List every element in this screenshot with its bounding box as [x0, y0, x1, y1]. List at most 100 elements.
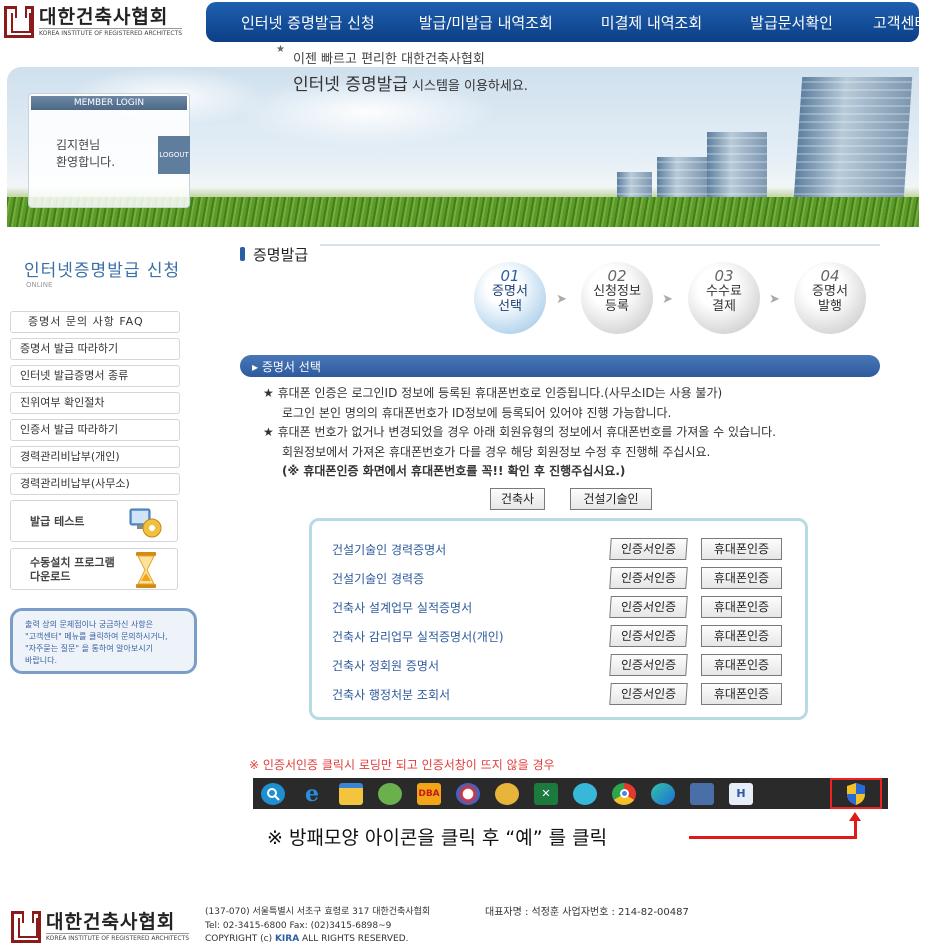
- notice-text: ★ 휴대폰 인증은 로그인ID 정보에 등록된 휴대폰번호로 인증됩니다.(사무…: [263, 384, 883, 482]
- sidebar-item-cert-issue-guide[interactable]: 인증서 발급 따라하기: [10, 419, 180, 441]
- help-notice-box: 출력 상의 문제점이나 궁금하신 사항은 "고객센터" 메뉴를 클릭하여 문의하…: [10, 608, 197, 674]
- ball-icon: [456, 782, 480, 805]
- certificate-name: 건설기술인 경력증명서: [332, 543, 447, 557]
- cd-monitor-icon: [129, 508, 162, 538]
- nav-customer-center[interactable]: 고객센터: [855, 12, 926, 33]
- search-icon: [261, 782, 285, 805]
- section-title: ▸ 증명서 선택: [252, 360, 321, 374]
- footer-logo-english: KOREA INSTITUTE OF REGISTERED ARCHITECTS: [46, 933, 189, 942]
- step-label: 선택: [498, 299, 522, 314]
- certificate-name: 건축사 정회원 증명서: [332, 659, 439, 673]
- manual-install-label: 수동설치 프로그램: [30, 556, 115, 569]
- phone-auth-button[interactable]: 휴대폰인증: [701, 567, 782, 589]
- certificate-name: 건축사 감리업무 실적증명서(개인): [332, 630, 504, 644]
- footer-address: (137-070) 서울특별시 서초구 효령로 317 대한건축사협회: [205, 907, 431, 917]
- certificate-list-panel: 건설기술인 경력증명서 인증서인증 휴대폰인증 건설기술인 경력증 인증서인증 …: [309, 518, 808, 720]
- file-explorer-icon: [339, 782, 363, 805]
- step-label: 신청정보: [593, 284, 641, 299]
- dba-icon: DBA: [417, 782, 441, 805]
- help-line: 바랍니다.: [25, 656, 57, 665]
- frog-icon: [378, 782, 402, 805]
- certificate-row: 건축사 감리업무 실적증명서(개인) 인증서인증 휴대폰인증: [332, 625, 792, 647]
- banner-tagline: 이젠 빠르고 편리한 대한건축사협회: [293, 52, 485, 67]
- step-label: 등록: [605, 299, 629, 314]
- cert-auth-button[interactable]: 인증서인증: [609, 625, 688, 647]
- logout-button[interactable]: LOGOUT: [158, 136, 190, 174]
- certificate-row: 건설기술인 경력증명서 인증서인증 휴대폰인증: [332, 538, 792, 560]
- welcome-text: 김지현님 환영합니다.: [56, 137, 115, 171]
- sidebar-item-fee-office[interactable]: 경력관리비납부(사무소): [10, 473, 180, 495]
- taskbar-screenshot: e DBA ✕ H: [253, 778, 888, 809]
- footer-tel: Tel: 02-3415-6800 Fax: (02)3415-6898~9: [205, 920, 392, 931]
- banner-headline-main: 인터넷 증명발급: [293, 75, 408, 95]
- sidebar-menu: 증명서 문의 사항 FAQ 증명서 발급 따라하기 인터넷 발급증명서 종류 진…: [10, 311, 180, 500]
- top-navigation: 인터넷 증명발급 신청 발급/미발급 내역조회 미결제 내역조회 발급문서확인 …: [206, 2, 926, 42]
- phone-auth-button[interactable]: 휴대폰인증: [701, 596, 782, 618]
- star-icon: ★: [276, 44, 285, 55]
- badge-icon: [495, 782, 519, 805]
- logo-mark-icon: [11, 911, 41, 943]
- cert-auth-button[interactable]: 인증서인증: [609, 654, 688, 676]
- step-label: 발행: [818, 299, 842, 314]
- issue-test-label: 발급 테스트: [30, 515, 85, 528]
- step-arrow-icon: ➤: [769, 292, 780, 307]
- notice-line: 로그인 본인 명의의 휴대폰번호가 ID정보에 등록되어 있어야 진행 가능합니…: [282, 405, 672, 420]
- edge-icon: [651, 782, 675, 805]
- engineer-toggle-button[interactable]: 건설기술인: [570, 488, 652, 510]
- footer-representative: 대표자명 : 석정훈 사업자번호 : 214-82-00487: [485, 907, 689, 918]
- step-label: 증명서: [812, 284, 848, 299]
- logo-korean-text: 대한건축사협회: [39, 6, 169, 28]
- warning-text: ※ 인증서인증 클릭시 로딩만 되고 인증서창이 뜨지 않을 경우: [249, 758, 555, 772]
- sidebar-item-fee-personal[interactable]: 경력관리비납부(개인): [10, 446, 180, 468]
- help-line: "고객센터" 메뉴를 클릭하여 문의하시거나,: [25, 632, 168, 641]
- manual-install-download-button[interactable]: 수동설치 프로그램 다운로드: [10, 548, 178, 590]
- sidebar-subtitle: ONLINE: [26, 281, 53, 289]
- step-4-issue: 04 증명서 발행: [794, 262, 866, 334]
- phone-auth-button[interactable]: 휴대폰인증: [701, 683, 782, 705]
- cert-auth-button[interactable]: 인증서인증: [609, 538, 688, 560]
- notice-line: ★ 휴대폰 번호가 없거나 변경되었을 경우 아래 회원유형의 정보에서 휴대폰…: [263, 425, 776, 439]
- footer-logo-korean: 대한건축사협회: [46, 911, 176, 933]
- help-line: "자주묻는 질문" 을 통하여 알아보시기: [25, 644, 153, 653]
- nav-unpaid-history[interactable]: 미결제 내역조회: [575, 12, 728, 33]
- cert-auth-button[interactable]: 인증서인증: [609, 567, 688, 589]
- cert-auth-button[interactable]: 인증서인증: [609, 683, 688, 705]
- cert-auth-button[interactable]: 인증서인증: [609, 596, 688, 618]
- user-name: 김지현님: [56, 138, 101, 152]
- instruction-text: ※ 방패모양 아이콘을 클릭 후 “예” 를 클릭: [267, 827, 608, 849]
- ie-icon: e: [305, 780, 319, 807]
- step-label: 결제: [712, 299, 736, 314]
- sidebar-item-issue-guide[interactable]: 증명서 발급 따라하기: [10, 338, 180, 360]
- issue-test-button[interactable]: 발급 테스트: [10, 500, 178, 542]
- site-logo[interactable]: 대한건축사협회 KOREA INSTITUTE OF REGISTERED AR…: [4, 4, 184, 40]
- notice-emphasis: (※ 휴대폰인증 화면에서 휴대폰번호를 꼭!! 확인 후 진행주십시요.): [282, 464, 626, 478]
- architect-toggle-button[interactable]: 건축사: [490, 488, 545, 510]
- footer-copyright: COPYRIGHT (c) KIRA ALL RIGHTS RESERVED.: [205, 934, 409, 944]
- step-3-payment: 03 수수료 결제: [688, 262, 760, 334]
- page-title-bar: 증명발급: [240, 244, 880, 264]
- step-arrow-icon: ➤: [556, 292, 567, 307]
- banner-headline: 인터넷 증명발급 시스템을 이용하세요.: [293, 70, 528, 95]
- sidebar-item-faq[interactable]: 증명서 문의 사항 FAQ: [10, 311, 180, 333]
- logo-english-text: KOREA INSTITUTE OF REGISTERED ARCHITECTS: [39, 28, 182, 37]
- nav-issue-history[interactable]: 발급/미발급 내역조회: [397, 12, 575, 33]
- nav-certificate-request[interactable]: 인터넷 증명발급 신청: [206, 12, 397, 33]
- step-number: 01: [500, 267, 520, 285]
- logo-mark-icon: [4, 6, 34, 38]
- nav-document-verify[interactable]: 발급문서확인: [728, 12, 855, 33]
- welcome-message: 환영합니다.: [56, 155, 116, 169]
- shield-icon: [847, 782, 865, 805]
- step-label: 증명서: [492, 284, 528, 299]
- phone-auth-button[interactable]: 휴대폰인증: [701, 625, 782, 647]
- phone-auth-button[interactable]: 휴대폰인증: [701, 654, 782, 676]
- banner-headline-rest: 시스템을 이용하세요.: [407, 79, 528, 94]
- phone-auth-button[interactable]: 휴대폰인증: [701, 538, 782, 560]
- h-icon: H: [729, 782, 753, 805]
- shield-icon-highlight[interactable]: [830, 778, 882, 809]
- notice-line: 회원정보에서 가져온 휴대폰번호가 다를 경우 해당 회원정보 수정 후 진행해…: [282, 444, 711, 459]
- certificate-name: 건축사 설계업무 실적증명서: [332, 601, 473, 615]
- section-header: ▸ 증명서 선택: [240, 355, 880, 377]
- sidebar-item-cert-types[interactable]: 인터넷 발급증명서 종류: [10, 365, 180, 387]
- sidebar-item-authenticity[interactable]: 진위여부 확인절차: [10, 392, 180, 414]
- footer-logo: 대한건축사협회 KOREA INSTITUTE OF REGISTERED AR…: [11, 909, 191, 945]
